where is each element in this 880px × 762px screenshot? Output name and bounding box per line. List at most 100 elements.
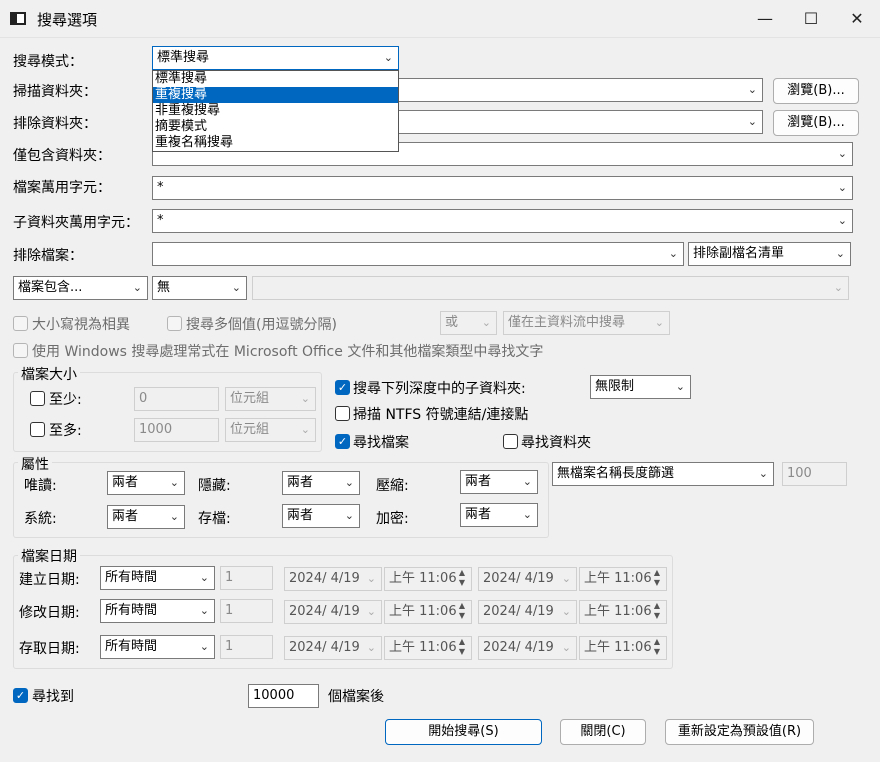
or-select[interactable]: 或 ⌄	[440, 311, 497, 335]
date-count-input[interactable]: 1	[220, 566, 273, 590]
archive-label: 存檔:	[198, 511, 231, 527]
exclude-files-label: 排除檔案：	[13, 248, 83, 264]
exclude-files-combo[interactable]: ⌄	[152, 242, 684, 266]
date-to-picker[interactable]: 2024/ 4/19 ⌄	[478, 567, 577, 591]
contains-type-value: 無	[157, 280, 171, 295]
chevron-down-icon: ⌄	[199, 571, 209, 584]
contains-type-select[interactable]: 無 ⌄	[152, 276, 247, 300]
spin-arrows-icon[interactable]: ▲ ▼	[650, 568, 664, 590]
compressed-select[interactable]: 兩者 ⌄	[460, 470, 538, 494]
subfolder-depth-label: 搜尋下列深度中的子資料夾:	[353, 381, 526, 397]
chevron-down-icon: ⌄	[837, 214, 847, 227]
browse-exclude-button[interactable]: 瀏覽(B)...	[773, 110, 859, 136]
name-length-filter-select[interactable]: 無檔案名稱長度篩選 ⌄	[552, 462, 774, 486]
subfolder-depth-select[interactable]: 無限制 ⌄	[590, 375, 691, 399]
reset-defaults-button[interactable]: 重新設定為預設值(R)	[665, 719, 814, 745]
at-least-unit-select[interactable]: 位元組 ⌄	[225, 387, 316, 411]
date-row-label: 修改日期:	[19, 605, 80, 621]
chevron-down-icon: ⌄	[675, 380, 685, 393]
maximize-button[interactable]: ☐	[788, 0, 834, 38]
time-from-picker[interactable]: 上午 11:06 ▲ ▼	[384, 636, 472, 660]
encrypted-select[interactable]: 兩者 ⌄	[460, 503, 538, 527]
date-from-picker[interactable]: 2024/ 4/19 ⌄	[284, 567, 382, 591]
encrypted-value: 兩者	[465, 507, 492, 522]
time-from-picker[interactable]: 上午 11:06 ▲ ▼	[384, 567, 472, 591]
subfolder-wildcard-label: 子資料夾萬用字元：	[13, 215, 139, 231]
at-most-unit-select[interactable]: 位元組 ⌄	[225, 418, 316, 442]
at-least-label: 至少:	[49, 392, 82, 408]
find-files-label: 尋找檔案	[353, 435, 409, 451]
minimize-button[interactable]: —	[742, 0, 788, 38]
chevron-down-icon: ⌄	[300, 423, 310, 436]
chevron-down-icon: ⌄	[837, 181, 847, 194]
search-mode-select[interactable]: 標準搜尋 ⌄	[152, 46, 399, 70]
at-most-input[interactable]: 1000	[134, 418, 219, 442]
search-mode-option[interactable]: 非重複搜尋	[153, 103, 398, 119]
chevron-down-icon: ⌄	[561, 641, 571, 654]
close-dialog-button[interactable]: 關閉(C)	[560, 719, 646, 745]
include-only-folder-label: 僅包含資料夾：	[13, 148, 111, 164]
date-to-picker[interactable]: 2024/ 4/19 ⌄	[478, 600, 577, 624]
file-contains-select[interactable]: 檔案包含... ⌄	[13, 276, 148, 300]
time-to-picker[interactable]: 上午 11:06 ▲ ▼	[579, 600, 667, 624]
browse-scan-button[interactable]: 瀏覽(B)...	[773, 78, 859, 104]
date-to-picker[interactable]: 2024/ 4/19 ⌄	[478, 636, 577, 660]
at-most-checkbox[interactable]	[30, 422, 45, 437]
archive-select[interactable]: 兩者 ⌄	[282, 504, 360, 528]
case-sensitive-checkbox[interactable]	[13, 316, 28, 331]
find-limit-label: 尋找到	[32, 689, 74, 705]
date-from-picker[interactable]: 2024/ 4/19 ⌄	[284, 636, 382, 660]
spin-arrows-icon[interactable]: ▲ ▼	[455, 568, 469, 590]
close-button[interactable]: ✕	[834, 0, 880, 38]
date-from-picker[interactable]: 2024/ 4/19 ⌄	[284, 600, 382, 624]
date-row-label: 建立日期:	[19, 572, 80, 588]
file-wildcard-value: *	[157, 180, 164, 195]
chevron-down-icon: ⌄	[383, 51, 393, 64]
time-from-picker[interactable]: 上午 11:06 ▲ ▼	[384, 600, 472, 624]
date-range-select[interactable]: 所有時間 ⌄	[100, 635, 215, 659]
spin-arrows-icon[interactable]: ▲ ▼	[455, 637, 469, 659]
date-from-value: 2024/ 4/19	[289, 571, 360, 586]
spin-arrows-icon[interactable]: ▲ ▼	[650, 637, 664, 659]
windows-search-label: 使用 Windows 搜尋處理常式在 Microsoft Office 文件和其…	[32, 344, 544, 360]
date-count-input[interactable]: 1	[220, 599, 273, 623]
spin-arrows-icon[interactable]: ▲ ▼	[650, 601, 664, 623]
find-folders-checkbox[interactable]	[503, 434, 518, 449]
date-from-value: 2024/ 4/19	[289, 640, 360, 655]
chevron-down-icon: ⌄	[300, 392, 310, 405]
name-length-number-input[interactable]: 100	[782, 462, 847, 486]
search-mode-option[interactable]: 重複名稱搜尋	[153, 135, 398, 151]
system-select[interactable]: 兩者 ⌄	[107, 505, 185, 529]
contains-text-combo[interactable]: ⌄	[252, 276, 849, 300]
find-limit-input[interactable]: 10000	[248, 684, 319, 708]
scan-ntfs-checkbox[interactable]	[335, 406, 350, 421]
windows-search-checkbox[interactable]	[13, 343, 28, 358]
date-range-select[interactable]: 所有時間 ⌄	[100, 566, 215, 590]
exclude-ext-select[interactable]: 排除副檔名清單 ⌄	[688, 242, 851, 266]
date-range-select[interactable]: 所有時間 ⌄	[100, 599, 215, 623]
readonly-select[interactable]: 兩者 ⌄	[107, 471, 185, 495]
compressed-value: 兩者	[465, 474, 492, 489]
file-wildcard-combo[interactable]: * ⌄	[152, 176, 853, 200]
find-limit-checkbox[interactable]: ✓	[13, 688, 28, 703]
search-mode-option[interactable]: 摘要模式	[153, 119, 398, 135]
chevron-down-icon: ⌄	[668, 247, 678, 260]
at-least-checkbox[interactable]	[30, 391, 45, 406]
time-to-picker[interactable]: 上午 11:06 ▲ ▼	[579, 636, 667, 660]
find-files-checkbox[interactable]: ✓	[335, 434, 350, 449]
start-search-button[interactable]: 開始搜尋(S)	[385, 719, 542, 745]
search-mode-option[interactable]: 標準搜尋	[153, 71, 398, 87]
subfolder-depth-checkbox[interactable]: ✓	[335, 380, 350, 395]
at-least-input[interactable]: 0	[134, 387, 219, 411]
hidden-select[interactable]: 兩者 ⌄	[282, 471, 360, 495]
spin-arrows-icon[interactable]: ▲ ▼	[455, 601, 469, 623]
chevron-down-icon: ⌄	[344, 476, 354, 489]
subfolder-wildcard-combo[interactable]: * ⌄	[152, 209, 853, 233]
time-to-picker[interactable]: 上午 11:06 ▲ ▼	[579, 567, 667, 591]
date-count-input[interactable]: 1	[220, 635, 273, 659]
multi-values-checkbox[interactable]	[167, 316, 182, 331]
main-stream-select[interactable]: 僅在主資料流中搜尋 ⌄	[503, 311, 670, 335]
scan-ntfs-label: 掃描 NTFS 符號連結/連接點	[353, 407, 529, 423]
date-range-value: 所有時間	[105, 603, 158, 618]
search-mode-option[interactable]: 重複搜尋	[153, 87, 398, 103]
